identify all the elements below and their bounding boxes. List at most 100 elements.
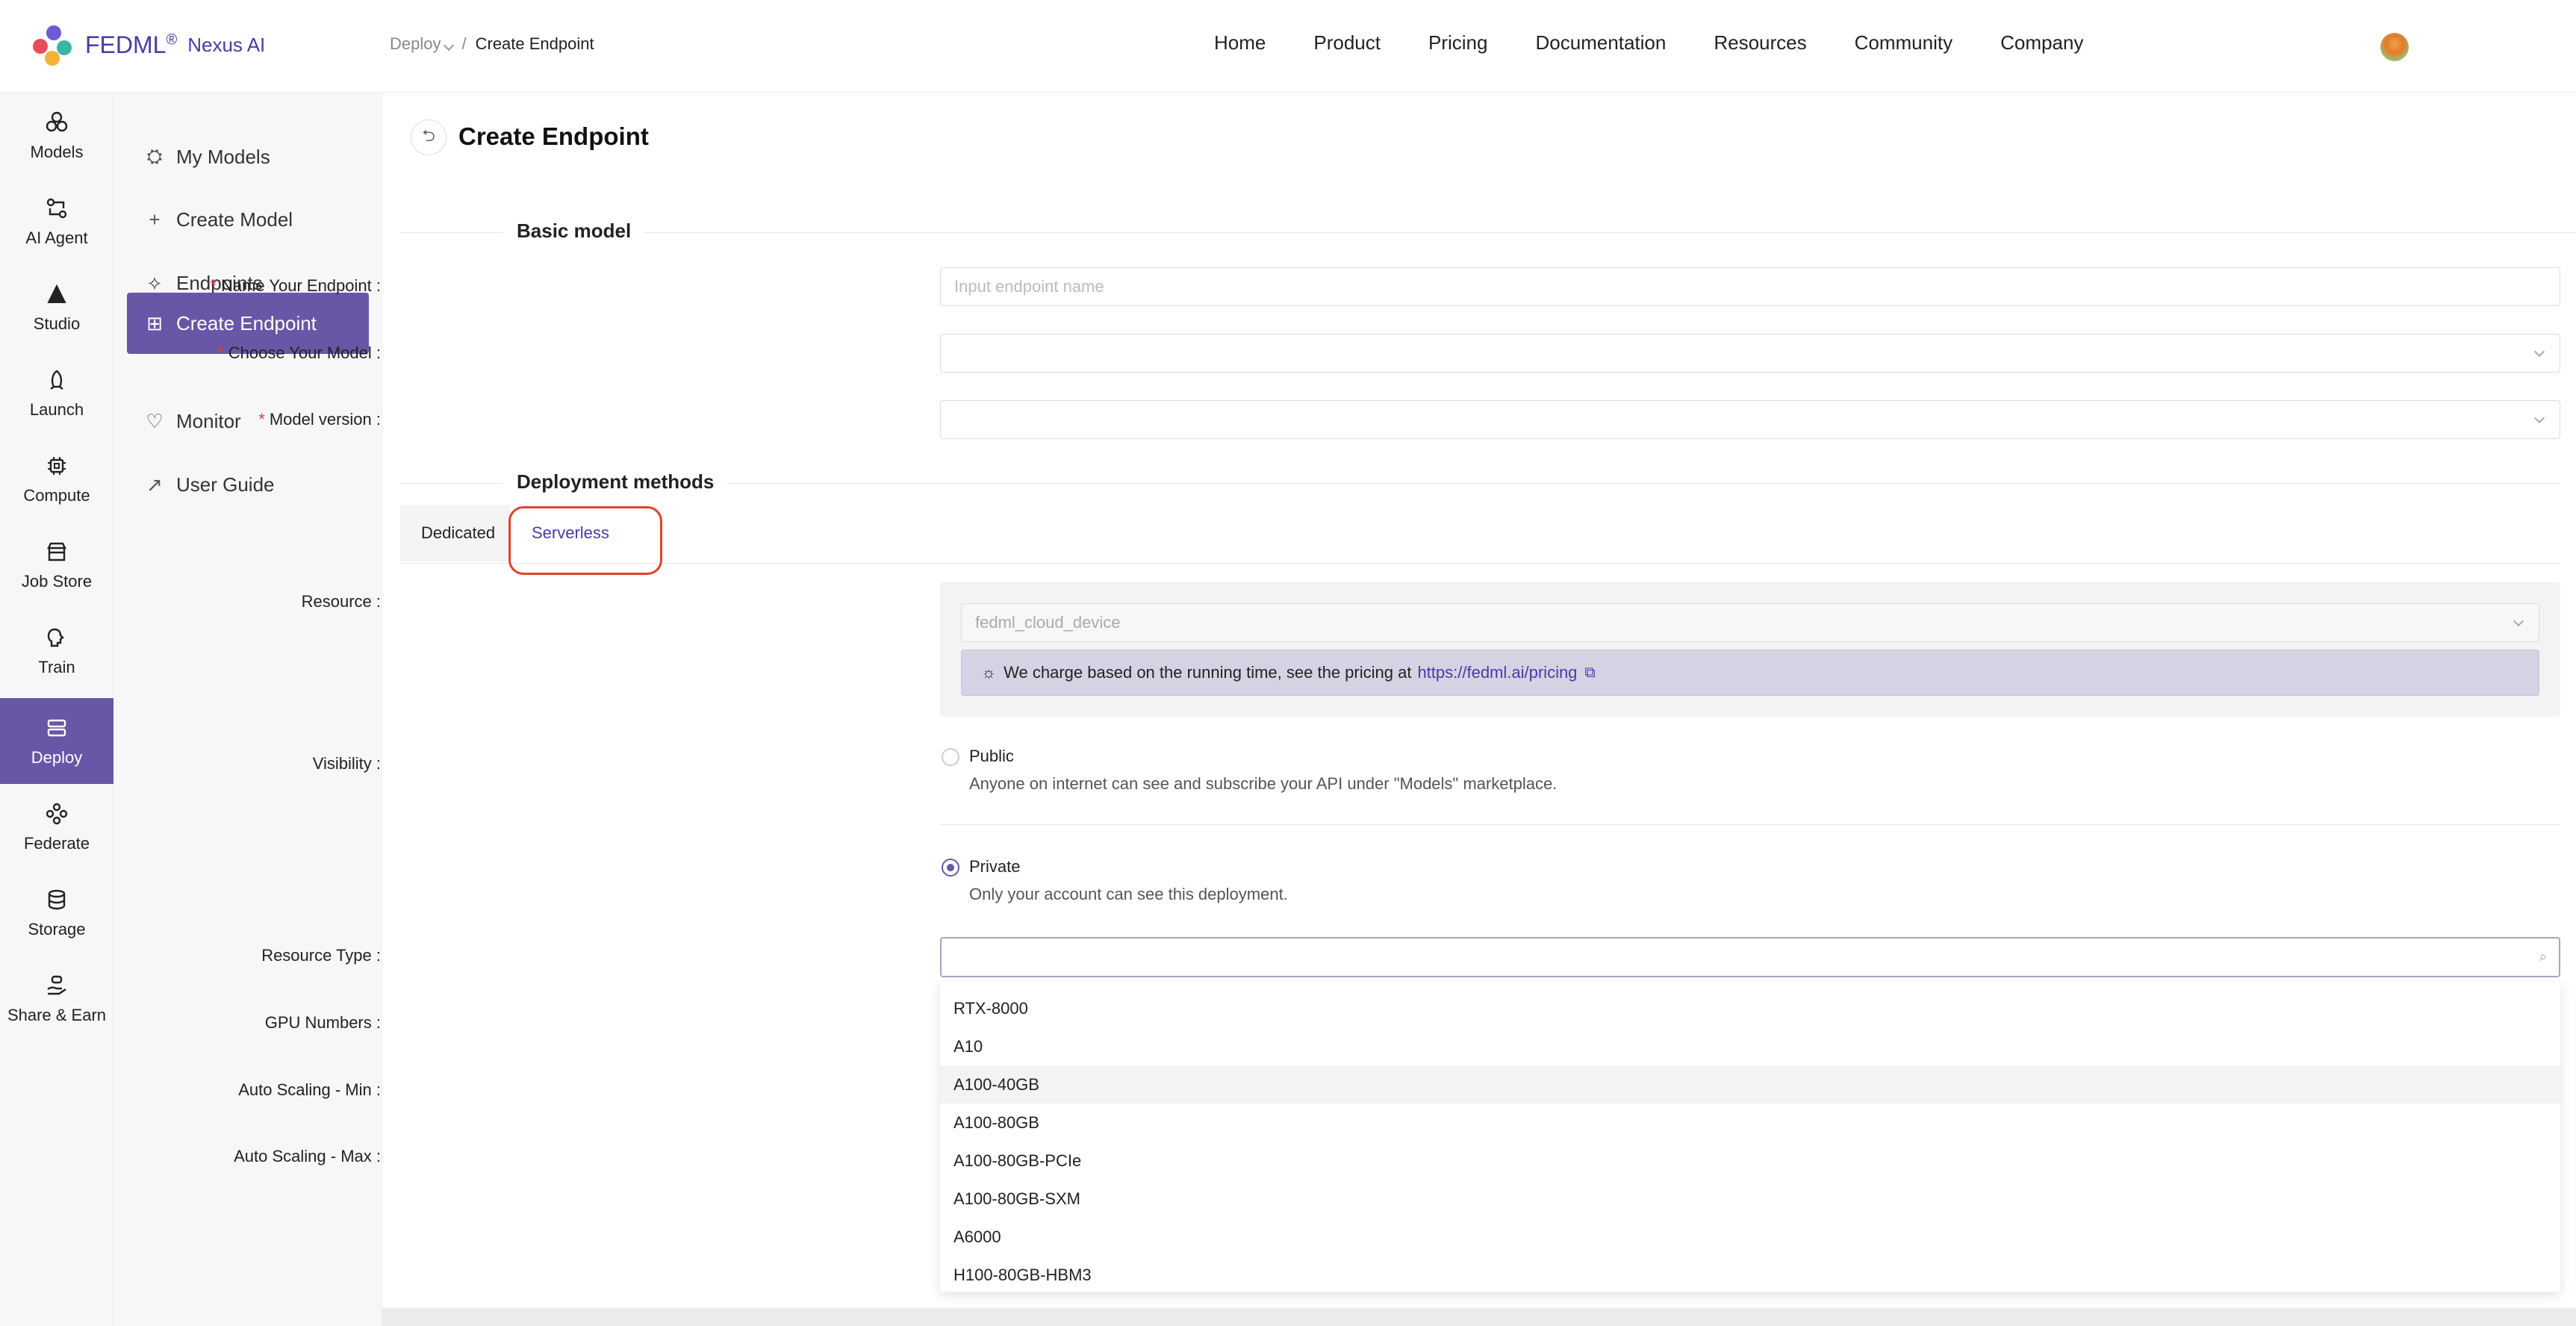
breadcrumb: Deploy / Create Endpoint	[390, 34, 594, 54]
bulb-icon: ☼	[981, 663, 997, 682]
breadcrumb-separator: /	[461, 34, 467, 53]
studio-icon	[44, 281, 69, 307]
rail-item-compute[interactable]: Compute	[0, 436, 113, 522]
model-version-select[interactable]	[940, 400, 2560, 439]
share-earn-icon	[44, 973, 69, 998]
resource-type-input[interactable]: ⌕	[940, 937, 2560, 977]
resource-type-option[interactable]: A100-80GB	[940, 1104, 2560, 1142]
endpoint-name-input[interactable]: Input endpoint name	[940, 267, 2560, 306]
nav-home[interactable]: Home	[1214, 31, 1266, 55]
rail-item-storage[interactable]: Storage	[0, 870, 113, 956]
rail-item-deploy[interactable]: Deploy	[0, 698, 113, 784]
federate-icon	[44, 801, 69, 827]
rail-label: Compute	[23, 485, 90, 505]
resource-type-option[interactable]: RTX-8000	[940, 989, 2560, 1027]
nav-documentation[interactable]: Documentation	[1535, 31, 1666, 55]
auto-scaling-min-label: Auto Scaling - Min :	[238, 1080, 381, 1099]
avatar[interactable]	[2380, 33, 2409, 61]
pricing-note-text: We charge based on the running time, see…	[1004, 663, 1412, 682]
logo[interactable]: FEDML® Nexus AI	[33, 24, 265, 66]
rail-item-share-earn[interactable]: Share & Earn	[0, 956, 113, 1042]
resource-type-option[interactable]: A10	[940, 1027, 2560, 1065]
rail-label: Storage	[28, 919, 86, 939]
rail-label: Federate	[23, 833, 90, 853]
chevron-down-icon	[2513, 615, 2524, 627]
tab-dedicated[interactable]: Dedicated	[400, 505, 511, 561]
deploy-icon	[44, 715, 69, 741]
rail-item-job-store[interactable]: Job Store	[0, 522, 113, 608]
chevron-down-icon	[2533, 412, 2545, 424]
nav-community[interactable]: Community	[1855, 31, 1953, 55]
model-version-label: * Model version :	[258, 410, 381, 429]
nav-product[interactable]: Product	[1313, 31, 1381, 55]
monitor-icon: ♡	[146, 409, 164, 432]
train-icon	[44, 625, 69, 650]
brand-name: FEDML®	[85, 31, 178, 58]
nav-resources[interactable]: Resources	[1714, 31, 1806, 55]
model-select[interactable]	[940, 334, 2560, 373]
guide-icon: ↗	[146, 473, 163, 496]
launch-icon	[44, 367, 69, 393]
rail-item-ai-agent[interactable]: AI Agent	[0, 178, 113, 264]
gpu-numbers-label: GPU Numbers :	[264, 1013, 381, 1032]
pricing-note: ☼ We charge based on the running time, s…	[961, 650, 2539, 696]
fedml-logo-icon	[33, 24, 75, 66]
rail-item-federate[interactable]: Federate	[0, 784, 113, 870]
auto-scaling-max-label: Auto Scaling - Max :	[234, 1147, 381, 1165]
radio-private[interactable]	[942, 859, 959, 877]
brand-sub: Nexus AI	[187, 33, 266, 56]
bottom-scrollbar[interactable]	[382, 1308, 2576, 1326]
resource-type-option[interactable]: H100-80GB-HBM3	[940, 1256, 2560, 1294]
rail-label: Launch	[29, 399, 84, 419]
resource-select[interactable]: fedml_cloud_device	[961, 603, 2539, 642]
resource-type-option[interactable]: A100-80GB-SXM	[940, 1180, 2560, 1218]
breadcrumb-parent[interactable]: Deploy	[390, 34, 455, 54]
nav-pricing[interactable]: Pricing	[1428, 31, 1487, 55]
section-title-basic: Basic model	[503, 220, 645, 243]
rail-item-train[interactable]: Train	[0, 608, 113, 694]
subnav-label: Monitor	[176, 409, 241, 432]
rail-item-launch[interactable]: Launch	[0, 350, 113, 436]
rail-item-studio[interactable]: Studio	[0, 264, 113, 350]
rail-label: Train	[38, 657, 75, 676]
subnav-label: My Models	[176, 145, 270, 168]
icon-rail: Models AI Agent Studio Launch Compute Jo…	[0, 93, 113, 1326]
models-icon	[44, 110, 69, 135]
rail-label: Models	[30, 142, 84, 161]
subnav-label: Create Model	[176, 208, 293, 231]
resource-type-option[interactable]: A100-40GB	[940, 1065, 2560, 1104]
top-bar: FEDML® Nexus AI Deploy / Create Endpoint…	[0, 0, 2576, 93]
private-title: Private	[969, 857, 1021, 876]
serverless-tab-highlight	[508, 506, 662, 575]
external-link-icon[interactable]: ⧉	[1584, 664, 1595, 682]
compute-icon	[44, 453, 69, 479]
radio-public[interactable]	[942, 748, 959, 766]
top-nav: Home Product Pricing Documentation Resou…	[1214, 31, 2083, 55]
chevron-down-icon	[2533, 346, 2545, 358]
resource-type-option[interactable]: A6000	[940, 1218, 2560, 1256]
rail-label: Deploy	[31, 747, 83, 767]
rail-item-models[interactable]: Models	[0, 93, 113, 178]
resource-label: Resource :	[301, 592, 381, 611]
visibility-label: Visibility :	[312, 754, 381, 773]
tabs-divider	[400, 563, 2560, 564]
page-title: Create Endpoint	[458, 122, 649, 150]
rail-label: AI Agent	[25, 228, 88, 247]
back-button[interactable]: ⮌	[411, 119, 447, 155]
pricing-link[interactable]: https://fedml.ai/pricing	[1417, 663, 1577, 682]
nav-company[interactable]: Company	[2000, 31, 2083, 55]
subnav-item-create-model[interactable]: + Create Model	[127, 190, 369, 249]
subnav-item-user-guide[interactable]: ↗ User Guide	[127, 455, 369, 514]
rail-label: Studio	[33, 314, 81, 333]
models-icon: ⛭	[146, 145, 163, 167]
back-icon: ⮌	[422, 126, 435, 145]
add-square-icon: ⊞	[146, 311, 163, 334]
section-title-deployment: Deployment methods	[503, 470, 728, 494]
subnav-item-my-models[interactable]: ⛭ My Models	[127, 127, 369, 187]
endpoint-icon: ⟡	[148, 271, 161, 293]
section-divider	[400, 232, 2576, 233]
resource-box: fedml_cloud_device ☼ We charge based on …	[940, 582, 2560, 717]
ai-agent-icon	[44, 196, 69, 221]
resource-type-option[interactable]: A100-80GB-PCIe	[940, 1142, 2560, 1180]
subnav-label: User Guide	[176, 473, 275, 496]
